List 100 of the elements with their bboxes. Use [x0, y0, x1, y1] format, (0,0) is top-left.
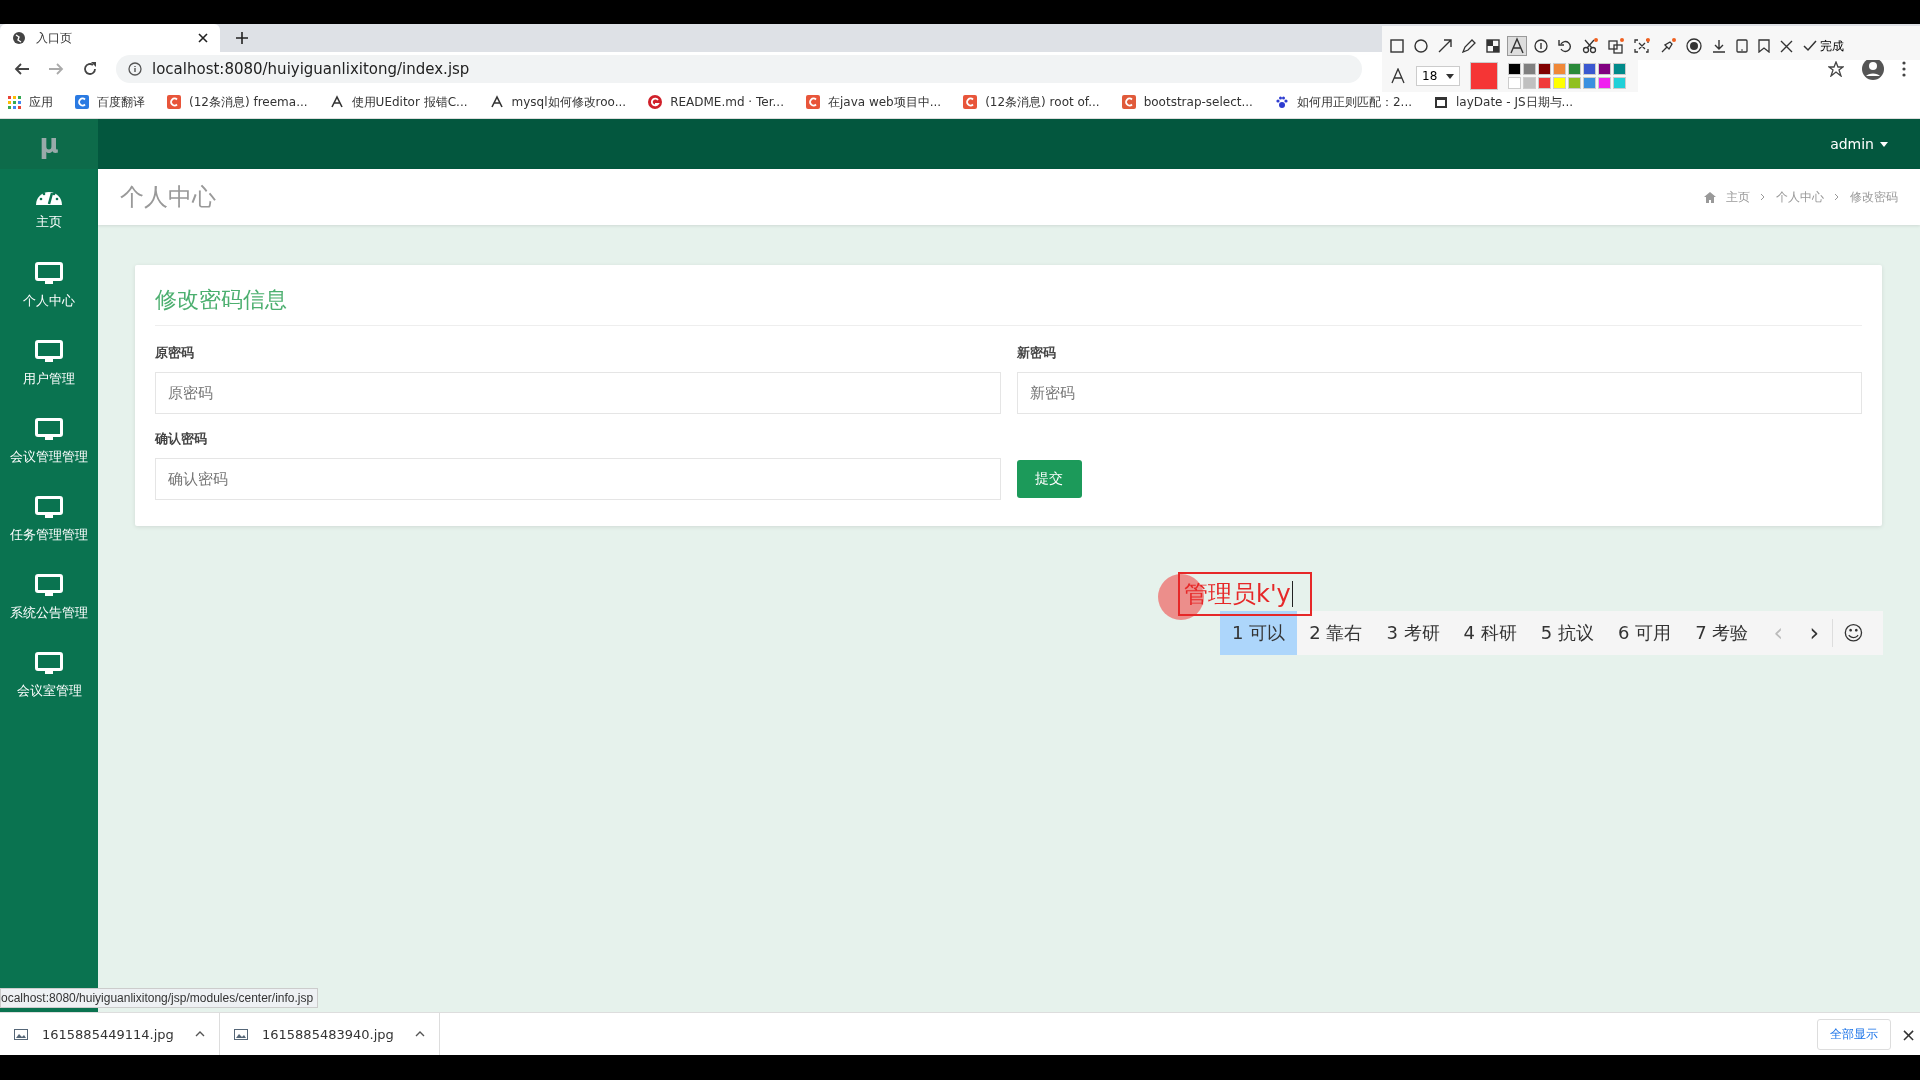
- bookmark[interactable]: bootstrap-select...: [1121, 95, 1253, 109]
- breadcrumb-item: 修改密码: [1850, 188, 1898, 206]
- home-icon: [1704, 191, 1716, 203]
- color-swatch[interactable]: [1538, 63, 1551, 75]
- ime-candidate[interactable]: 1 可以: [1220, 611, 1298, 655]
- submit-button[interactable]: 提交: [1016, 460, 1082, 498]
- color-swatch[interactable]: [1538, 77, 1551, 89]
- number-tool-icon[interactable]: [1534, 39, 1548, 53]
- record-icon[interactable]: [1686, 38, 1702, 54]
- form-title: 修改密码信息: [155, 281, 1862, 326]
- bookmark[interactable]: README.md · Ter...: [648, 95, 784, 109]
- rectangle-tool-icon[interactable]: [1390, 39, 1404, 53]
- undo-icon[interactable]: [1558, 39, 1572, 53]
- address-bar[interactable]: localhost:8080/huiyiguanlixitong/index.jsp: [116, 55, 1362, 83]
- site-logo-icon: [1121, 95, 1136, 109]
- scissors-icon[interactable]: [1582, 38, 1598, 54]
- bookmark-icon[interactable]: [1758, 39, 1770, 53]
- close-button[interactable]: ×: [1890, 1023, 1920, 1045]
- phone-icon[interactable]: [1736, 39, 1748, 53]
- user-menu[interactable]: admin: [1830, 136, 1888, 152]
- bookmark[interactable]: 如何用正则匹配：2...: [1274, 93, 1412, 111]
- ellipse-tool-icon[interactable]: [1414, 39, 1428, 53]
- new-tab-icon[interactable]: [236, 32, 248, 44]
- close-icon[interactable]: [1780, 39, 1793, 53]
- image-file-icon: [234, 1028, 248, 1040]
- color-swatch[interactable]: [1508, 63, 1521, 75]
- reload-icon[interactable]: [82, 61, 98, 77]
- done-button[interactable]: 完成: [1803, 37, 1844, 55]
- password-field[interactable]: 确认密码: [155, 458, 1001, 500]
- caret-icon: [1446, 73, 1454, 79]
- pin-icon[interactable]: [1660, 38, 1676, 54]
- color-swatch[interactable]: [1613, 63, 1626, 75]
- color-swatch[interactable]: [1598, 77, 1611, 89]
- sidebar-item[interactable]: 主页: [0, 169, 98, 247]
- password-field[interactable]: 新密码: [1016, 372, 1862, 414]
- sidebar-item[interactable]: 会议室管理: [0, 637, 98, 715]
- monitor-icon: [35, 496, 63, 520]
- bookmark[interactable]: 使用UEditor 报错C...: [329, 93, 468, 111]
- site-logo-icon: [805, 95, 820, 109]
- color-swatch[interactable]: [1613, 77, 1626, 89]
- page-title: 个人中心: [120, 182, 216, 213]
- crop-expand-icon[interactable]: [1634, 38, 1650, 54]
- bookmark[interactable]: 百度翻译: [75, 93, 145, 111]
- browser-tab[interactable]: 入口页: [0, 24, 220, 52]
- translate-icon[interactable]: [1608, 38, 1624, 54]
- bookmark[interactable]: 在java web项目中...: [805, 93, 942, 111]
- bookmark[interactable]: layDate - JS日期与...: [1434, 93, 1574, 111]
- color-swatch[interactable]: [1523, 63, 1536, 75]
- calendar-icon: [1434, 95, 1448, 109]
- menu-icon[interactable]: [1902, 61, 1906, 77]
- ime-candidate[interactable]: 6 可用: [1605, 611, 1684, 655]
- star-icon[interactable]: [1828, 61, 1844, 77]
- monitor-icon: [35, 652, 63, 676]
- show-all-button[interactable]: 全部显示: [1816, 1018, 1891, 1050]
- ime-candidate[interactable]: 3 考研: [1374, 611, 1452, 655]
- color-swatch[interactable]: [1523, 77, 1536, 89]
- color-swatch[interactable]: [1553, 77, 1566, 89]
- bookmark[interactable]: (12条消息) freema...: [167, 93, 308, 111]
- current-color-swatch[interactable]: [1470, 62, 1498, 90]
- sidebar-item[interactable]: 用户管理: [0, 325, 98, 403]
- bookmark[interactable]: 应用: [8, 93, 53, 111]
- site-logo-icon: [167, 95, 181, 109]
- close-icon[interactable]: [198, 33, 208, 43]
- ime-candidate[interactable]: 4 科研: [1451, 611, 1529, 655]
- color-swatch[interactable]: [1508, 77, 1521, 89]
- image-file-icon: [14, 1028, 28, 1040]
- ime-candidate[interactable]: 5 抗议: [1528, 611, 1606, 655]
- color-swatch[interactable]: [1568, 63, 1581, 75]
- sidebar-item[interactable]: 系统公告管理: [0, 559, 98, 637]
- ime-candidate[interactable]: 7 考验: [1683, 611, 1761, 655]
- font-size-select[interactable]: 18: [1416, 66, 1460, 86]
- color-swatch[interactable]: [1568, 77, 1581, 89]
- download-icon[interactable]: [1712, 39, 1726, 53]
- emoji-button[interactable]: ☺: [1833, 621, 1874, 645]
- next-page-button[interactable]: ›: [1796, 619, 1834, 647]
- site-logo-icon: [75, 95, 89, 109]
- color-swatch[interactable]: [1583, 63, 1596, 75]
- sidebar-item[interactable]: 会议管理管理: [0, 403, 98, 481]
- password-field[interactable]: 原密码: [155, 372, 1001, 414]
- check-icon: [1803, 40, 1817, 52]
- bookmark[interactable]: (12条消息) root of...: [963, 93, 1100, 111]
- arrow-tool-icon[interactable]: [1438, 39, 1452, 53]
- pencil-tool-icon[interactable]: [1462, 39, 1476, 53]
- back-icon[interactable]: [14, 61, 30, 77]
- bookmark[interactable]: mysql如何修改roo...: [489, 93, 627, 111]
- chevron-icon: [1760, 193, 1766, 201]
- tab-title: 入口页: [36, 29, 73, 47]
- color-swatch[interactable]: [1553, 63, 1566, 75]
- sidebar-item[interactable]: 任务管理管理: [0, 481, 98, 559]
- paw-icon: [1274, 95, 1289, 109]
- sidebar-item[interactable]: 个人中心: [0, 247, 98, 325]
- field-label: 新密码: [1016, 344, 1057, 362]
- text-tool-icon[interactable]: [1507, 36, 1527, 56]
- status-url: ocalhost:8080/huiyiguanlixitong/jsp/modules/center/info.jsp: [0, 988, 319, 1008]
- color-swatch[interactable]: [1583, 77, 1596, 89]
- monitor-icon: [35, 262, 63, 286]
- mosaic-tool-icon[interactable]: [1486, 39, 1500, 53]
- font-size-icon: [1390, 68, 1406, 84]
- chevron-up-icon: [195, 1031, 205, 1037]
- color-swatch[interactable]: [1598, 63, 1611, 75]
